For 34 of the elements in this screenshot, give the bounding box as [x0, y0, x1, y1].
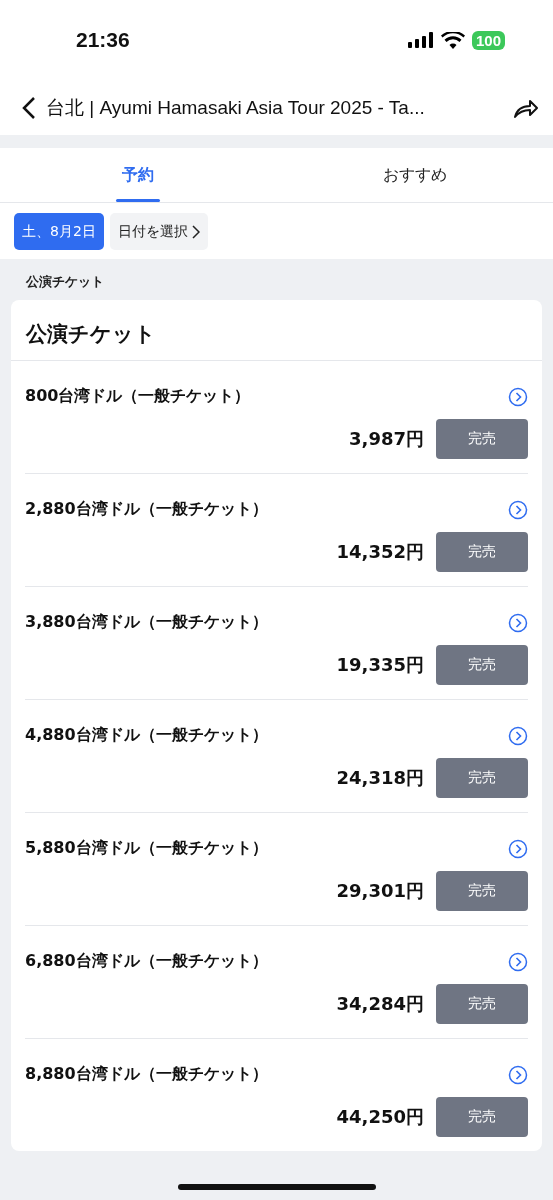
ticket-name: 2,880台湾ドル（一般チケット）: [25, 499, 268, 520]
ticket-price: 24,318円: [336, 766, 424, 790]
tab[interactable]: おすすめ: [276, 148, 553, 202]
chevron-circle-icon[interactable]: [508, 725, 528, 746]
ticket-name: 5,880台湾ドル（一般チケット）: [25, 838, 268, 859]
chevron-circle-icon[interactable]: [508, 951, 528, 972]
ticket-price: 14,352円: [336, 540, 424, 564]
date-chip[interactable]: 日付を選択: [109, 213, 208, 250]
signal-icon: [407, 32, 434, 48]
wifi-icon: [440, 31, 465, 49]
clock-time: 21:36: [76, 28, 130, 52]
chevron-circle-icon[interactable]: [508, 1064, 528, 1085]
ticket-price: 3,987円: [349, 427, 424, 451]
ticket-name: 4,880台湾ドル（一般チケット）: [25, 725, 268, 746]
tab[interactable]: 予約: [0, 148, 276, 202]
date-chip[interactable]: 土、8月2日: [14, 213, 104, 250]
chevron-circle-icon[interactable]: [508, 838, 528, 859]
ticket-name: 8,880台湾ドル（一般チケット）: [25, 1064, 268, 1085]
chevron-circle-icon[interactable]: [508, 386, 528, 407]
ticket-price: 44,250円: [336, 1105, 424, 1129]
chevron-circle-icon[interactable]: [508, 612, 528, 633]
chevron-circle-icon[interactable]: [508, 499, 528, 520]
page-title: 台北 | Ayumi Hamasaki Asia Tour 2025 - Ta...: [46, 95, 426, 120]
card-title: 公演チケット: [11, 300, 542, 361]
section-label: 公演チケット: [25, 273, 105, 291]
ticket-name: 3,880台湾ドル（一般チケット）: [25, 612, 268, 633]
battery-level: 100: [471, 30, 505, 50]
ticket-price: 34,284円: [336, 992, 424, 1016]
ticket-name: 800台湾ドル（一般チケット）: [25, 386, 251, 407]
ticket-price: 19,335円: [336, 653, 424, 677]
ticket-price: 29,301円: [336, 879, 424, 903]
back-icon[interactable]: [22, 95, 36, 120]
ticket-name: 6,880台湾ドル（一般チケット）: [25, 951, 268, 972]
chevron-icon: [191, 224, 200, 239]
